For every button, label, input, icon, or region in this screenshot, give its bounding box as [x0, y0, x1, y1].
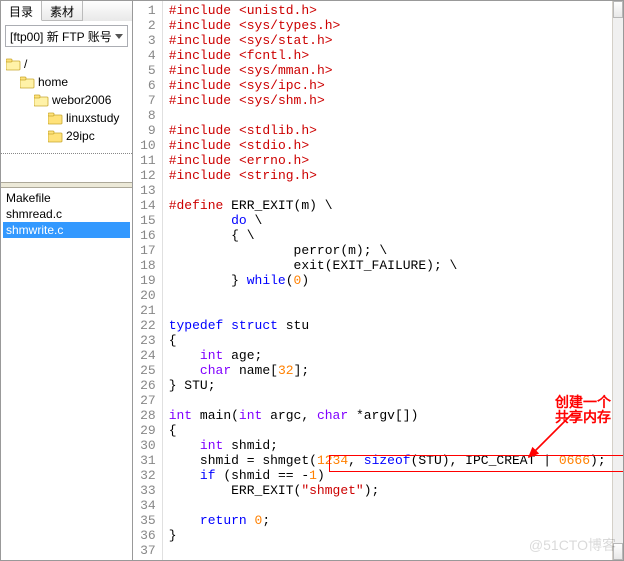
folder-icon: [47, 111, 63, 125]
line-number-gutter: 1234567891011121314151617181920212223242…: [133, 1, 163, 560]
tree-spacer: [1, 154, 132, 182]
tree-node[interactable]: linuxstudy: [3, 109, 130, 127]
account-dropdown-label: [ftp00] 新 FTP 账号: [10, 28, 112, 45]
tree-node[interactable]: /: [3, 55, 130, 73]
folder-icon: [5, 57, 21, 71]
scroll-down-button[interactable]: [613, 543, 623, 560]
account-dropdown[interactable]: [ftp00] 新 FTP 账号: [5, 25, 128, 47]
file-row[interactable]: shmwrite.c: [3, 222, 130, 238]
folder-icon: [47, 129, 63, 143]
sidebar: 目录 素材 [ftp00] 新 FTP 账号 / home webor2006 lin…: [1, 1, 133, 560]
tree-node-label: webor2006: [52, 93, 111, 107]
editor-scrollbar[interactable]: [612, 1, 623, 560]
tree-node-label: home: [38, 75, 68, 89]
folder-tree[interactable]: / home webor2006 linuxstudy 29ipc: [1, 51, 132, 153]
tab-assets[interactable]: 素材: [42, 1, 83, 21]
code-editor[interactable]: 1234567891011121314151617181920212223242…: [133, 1, 623, 560]
file-list[interactable]: Makefileshmread.cshmwrite.c: [1, 188, 132, 560]
file-row[interactable]: shmread.c: [3, 206, 130, 222]
folder-icon: [33, 93, 49, 107]
tree-node[interactable]: webor2006: [3, 91, 130, 109]
tree-node-label: linuxstudy: [66, 111, 119, 125]
tab-directory[interactable]: 目录: [1, 1, 42, 21]
tree-node[interactable]: home: [3, 73, 130, 91]
sidebar-tabs: 目录 素材: [1, 1, 132, 21]
tree-node-label: /: [24, 57, 27, 71]
code-area[interactable]: #include <unistd.h>#include <sys/types.h…: [163, 1, 612, 560]
file-row[interactable]: Makefile: [3, 190, 130, 206]
app-window: 目录 素材 [ftp00] 新 FTP 账号 / home webor2006 lin…: [0, 0, 624, 561]
tree-node-label: 29ipc: [66, 129, 95, 143]
folder-icon: [19, 75, 35, 89]
chevron-down-icon: [115, 34, 123, 39]
scroll-up-button[interactable]: [613, 1, 623, 18]
tree-node[interactable]: 29ipc: [3, 127, 130, 145]
